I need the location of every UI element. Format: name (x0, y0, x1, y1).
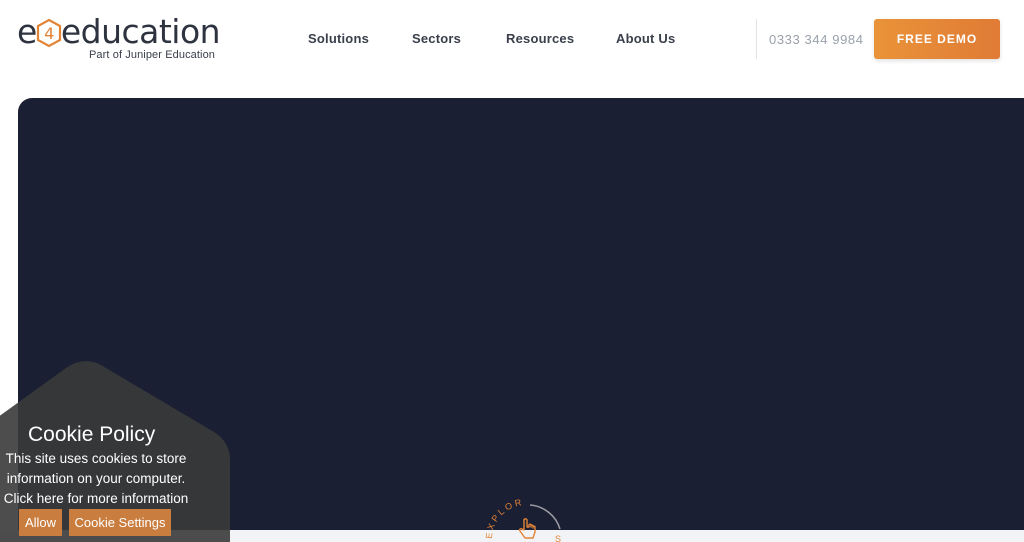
explore-text-tail: S (555, 534, 561, 542)
nav-about-us[interactable]: About Us (616, 31, 675, 46)
pointing-hand-icon (518, 518, 536, 539)
cookie-title: Cookie Policy (28, 423, 156, 446)
explore-scroll-indicator[interactable]: EXPLORE S (478, 485, 574, 542)
free-demo-button[interactable]: FREE DEMO (874, 19, 1000, 59)
explore-text: EXPLORE (478, 485, 525, 539)
nav-resources[interactable]: Resources (506, 31, 574, 46)
site-header: e 4 education Part of Juniper Education … (0, 0, 1024, 80)
cookie-more-info-link[interactable]: Click here for more information (0, 489, 192, 509)
logo-digit: 4 (44, 24, 54, 43)
cookie-message[interactable]: This site uses cookies to store informat… (0, 449, 192, 509)
nav-sectors[interactable]: Sectors (412, 31, 461, 46)
cookie-allow-button[interactable]: Allow (19, 509, 62, 536)
phone-number-link[interactable]: 0333 344 9984 (769, 32, 864, 47)
cookie-line: This site uses cookies to store (5, 451, 187, 466)
page: e 4 education Part of Juniper Education … (0, 0, 1024, 542)
e4education-logo[interactable]: e 4 education Part of Juniper Education (17, 14, 232, 64)
logo-tagline: Part of Juniper Education (89, 49, 216, 61)
nav-solutions[interactable]: Solutions (308, 31, 369, 46)
cookie-policy-popup: Cookie Policy This site uses cookies to … (0, 360, 230, 542)
header-divider (756, 19, 757, 59)
explore-badge: EXPLORE S (478, 485, 561, 542)
logo-wordmark: e 4 education (17, 12, 221, 51)
cookie-line: information on your computer. (6, 471, 186, 486)
hexagon-four-icon: 4 (36, 18, 61, 48)
cookie-settings-button[interactable]: Cookie Settings (69, 509, 171, 536)
